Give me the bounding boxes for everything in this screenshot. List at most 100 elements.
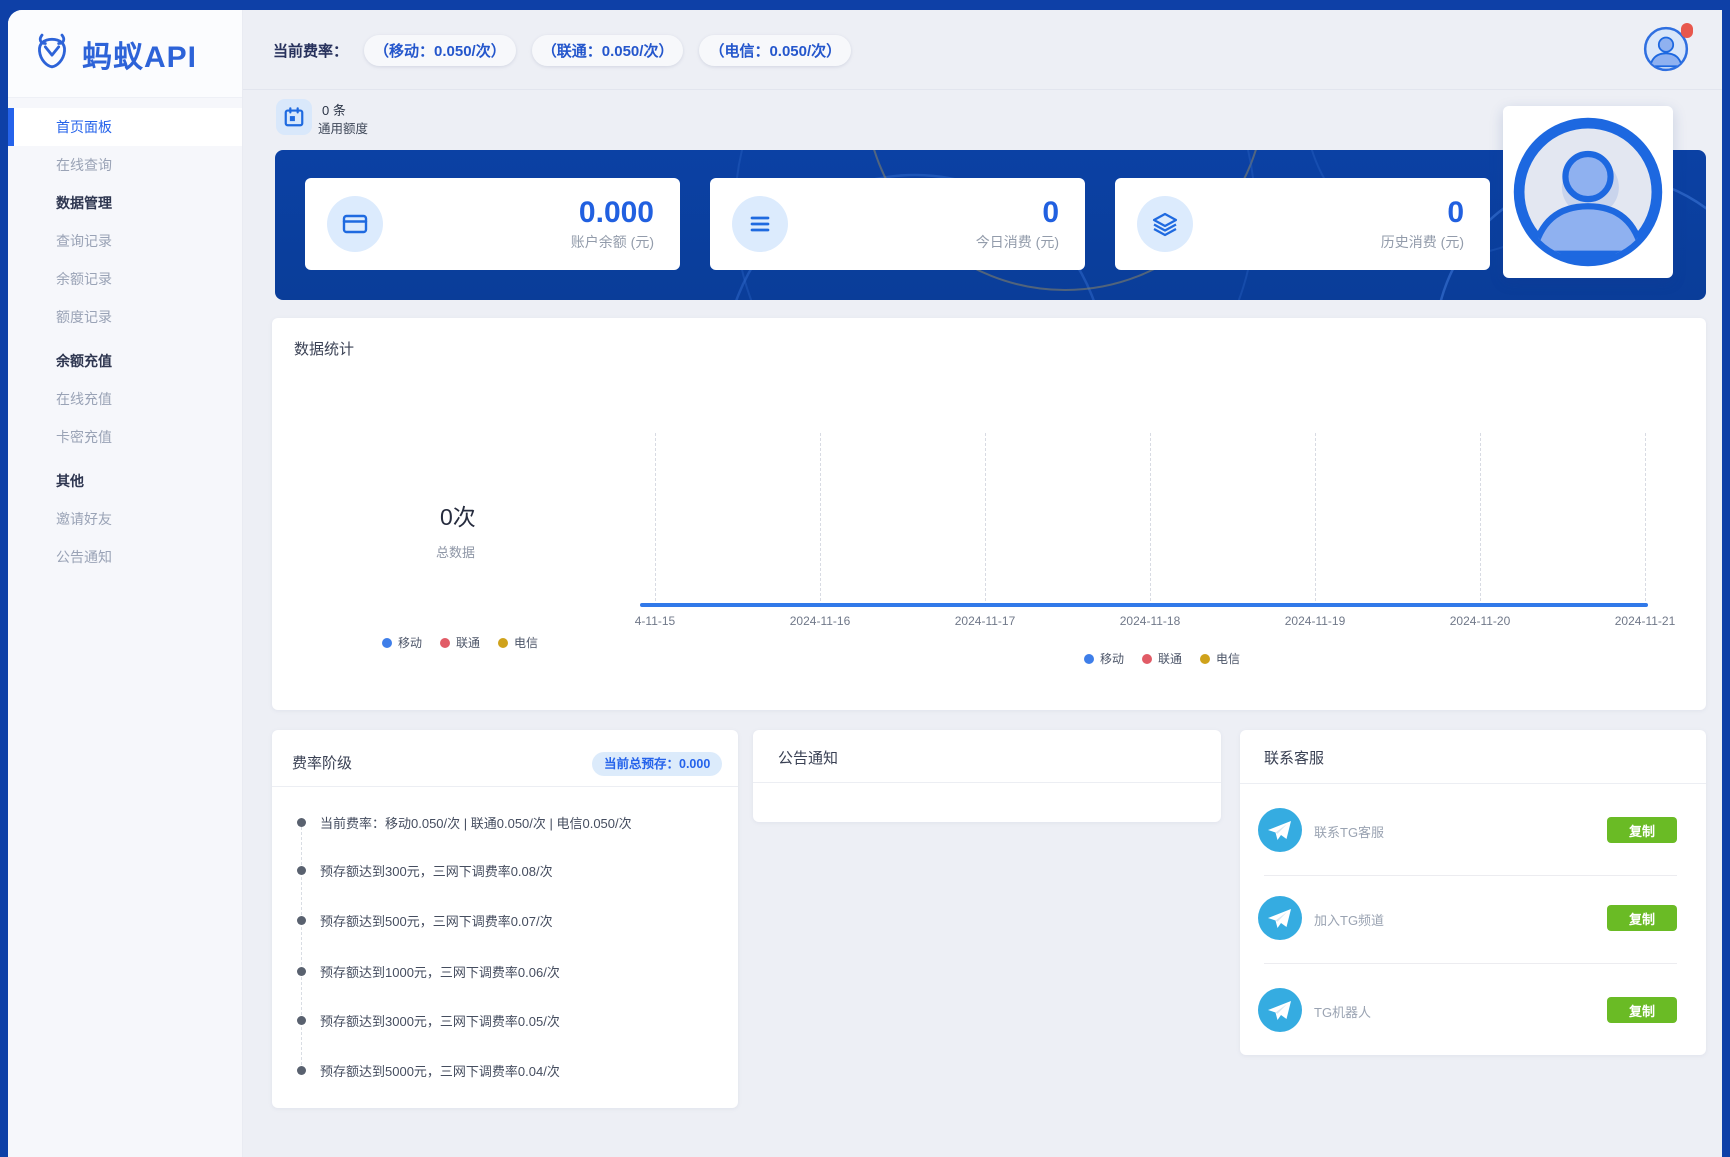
chart-gridline <box>1645 433 1646 606</box>
support-label: 联系TG客服 <box>1314 822 1384 841</box>
history-consume-value: 0 <box>1381 197 1464 229</box>
stat-card-balance: 0.000 账户余额 (元) <box>305 178 680 270</box>
support-label: 加入TG频道 <box>1314 910 1384 929</box>
stat-card-today: 0 今日消费 (元) <box>710 178 1085 270</box>
telegram-icon <box>1258 896 1302 940</box>
legend-item-mobile[interactable]: 移动 <box>382 634 422 651</box>
calendar-icon <box>276 99 312 135</box>
profile-avatar-icon <box>1512 116 1664 268</box>
app-title: 蚂蚁API <box>82 32 197 76</box>
legend-item-mobile[interactable]: 移动 <box>1084 650 1124 667</box>
chart-title: 数据统计 <box>294 338 354 359</box>
chart-gridline <box>1150 433 1151 606</box>
sidebar-item-card-recharge[interactable]: 卡密充值 <box>8 418 242 456</box>
telegram-icon <box>1258 988 1302 1032</box>
bullet-dot-icon <box>297 1016 306 1025</box>
legend-dot-icon <box>1142 654 1152 664</box>
user-avatar-button[interactable] <box>1643 26 1689 72</box>
legend-item-unicom[interactable]: 联通 <box>1142 650 1182 667</box>
divider <box>272 786 738 787</box>
legend-dot-icon <box>1084 654 1094 664</box>
quota-count: 0 条 <box>322 100 346 119</box>
rate-mobile: （移动：0.050/次） <box>364 35 516 66</box>
sidebar-section-recharge: 余额充值 <box>8 342 242 380</box>
menu-lines-icon <box>732 196 788 252</box>
bullet-dot-icon <box>297 1066 306 1075</box>
copy-button[interactable]: 复制 <box>1607 817 1677 843</box>
x-axis-label: 2024-11-18 <box>1085 614 1215 628</box>
today-consume-label: 今日消费 (元) <box>976 232 1059 252</box>
sidebar-item-online-recharge[interactable]: 在线充值 <box>8 380 242 418</box>
rates-label: 当前费率： <box>273 40 348 61</box>
chart-gridline <box>985 433 986 606</box>
copy-button[interactable]: 复制 <box>1607 905 1677 931</box>
sidebar: 蚂蚁API 首页面板 在线查询 数据管理 查询记录 余额记录 额度记录 余额充值… <box>8 10 243 1157</box>
legend-item-unicom[interactable]: 联通 <box>440 634 480 651</box>
legend-dot-icon <box>382 638 392 648</box>
telegram-icon <box>1258 808 1302 852</box>
sidebar-item-invite[interactable]: 邀请好友 <box>8 500 242 538</box>
support-row-tg-service: 联系TG客服 复制 <box>1240 808 1706 852</box>
total-prestore-badge: 当前总预存：0.000 <box>592 752 722 776</box>
support-label: TG机器人 <box>1314 1002 1371 1021</box>
logo: 蚂蚁API <box>8 10 242 98</box>
sidebar-item-query-records[interactable]: 查询记录 <box>8 222 242 260</box>
tier-row: 当前费率：移动0.050/次 | 联通0.050/次 | 电信0.050/次 <box>272 813 632 831</box>
bullet-dot-icon <box>297 866 306 875</box>
legend-item-telecom[interactable]: 电信 <box>1200 650 1240 667</box>
top-bar: 当前费率： （移动：0.050/次） （联通：0.050/次） （电信：0.05… <box>243 10 1722 90</box>
sidebar-section-other: 其他 <box>8 462 242 500</box>
chart-total-label: 总数据 <box>436 542 475 561</box>
main-area: 当前费率： （移动：0.050/次） （联通：0.050/次） （电信：0.05… <box>243 10 1722 1157</box>
sidebar-item-online-query[interactable]: 在线查询 <box>8 146 242 184</box>
balance-value: 0.000 <box>571 197 654 229</box>
bullet-dot-icon <box>297 818 306 827</box>
x-axis-label: 2024-11-16 <box>755 614 885 628</box>
quota-label: 通用额度 <box>318 118 368 137</box>
tier-row: 预存额达到500元，三网下调费率0.07/次 <box>272 911 553 929</box>
sidebar-item-balance-records[interactable]: 余额记录 <box>8 260 242 298</box>
history-consume-label: 历史消费 (元) <box>1381 232 1464 252</box>
divider <box>1264 875 1677 876</box>
legend-dot-icon <box>498 638 508 648</box>
support-row-tg-channel: 加入TG频道 复制 <box>1240 896 1706 940</box>
sidebar-item-notice[interactable]: 公告通知 <box>8 538 242 576</box>
notification-dot-icon <box>1681 23 1693 38</box>
tier-row: 预存额达到3000元，三网下调费率0.05/次 <box>272 1011 560 1029</box>
support-row-tg-bot: TG机器人 复制 <box>1240 988 1706 1032</box>
chart-gridline <box>820 433 821 606</box>
copy-button[interactable]: 复制 <box>1607 997 1677 1023</box>
tier-row: 预存额达到300元，三网下调费率0.08/次 <box>272 861 553 879</box>
bullet-dot-icon <box>297 916 306 925</box>
data-statistics-card: 数据统计 0次 总数据 4-11-15 2024-11-16 2024-11-1… <box>272 318 1706 710</box>
chart-series-line <box>640 603 1648 607</box>
sidebar-section-data: 数据管理 <box>8 184 242 222</box>
x-axis-label: 2024-11-21 <box>1580 614 1710 628</box>
support-title: 联系客服 <box>1264 747 1324 768</box>
x-axis-label: 2024-11-17 <box>920 614 1050 628</box>
chart-gridline <box>1480 433 1481 606</box>
notice-card: 公告通知 <box>753 730 1221 822</box>
legend-dot-icon <box>440 638 450 648</box>
sidebar-item-home[interactable]: 首页面板 <box>8 108 242 146</box>
sidebar-item-quota-records[interactable]: 额度记录 <box>8 298 242 336</box>
tier-row: 预存额达到5000元，三网下调费率0.04/次 <box>272 1061 560 1079</box>
chart-legend-left: 移动 联通 电信 <box>382 634 538 651</box>
stats-banner: 0.000 账户余额 (元) 0 今日消费 (元) <box>275 150 1706 300</box>
rate-tiers-card: 费率阶级 当前总预存：0.000 当前费率：移动0.050/次 | 联通0.05… <box>272 730 738 1108</box>
credit-card-icon <box>327 196 383 252</box>
chart-gridline <box>1315 433 1316 606</box>
rate-unicom: （联通：0.050/次） <box>532 35 684 66</box>
x-axis-label: 2024-11-19 <box>1250 614 1380 628</box>
notice-title: 公告通知 <box>778 747 838 768</box>
chart-total-value: 0次 <box>440 498 476 532</box>
support-card: 联系客服 联系TG客服 复制 加入TG频道 <box>1240 730 1706 1055</box>
x-axis-label: 4-11-15 <box>590 614 720 628</box>
stat-card-history: 0 历史消费 (元) <box>1115 178 1490 270</box>
x-axis-label: 2024-11-20 <box>1415 614 1545 628</box>
ant-logo-icon <box>32 31 72 76</box>
layers-icon <box>1137 196 1193 252</box>
legend-item-telecom[interactable]: 电信 <box>498 634 538 651</box>
divider <box>753 782 1221 783</box>
divider <box>1240 783 1706 784</box>
